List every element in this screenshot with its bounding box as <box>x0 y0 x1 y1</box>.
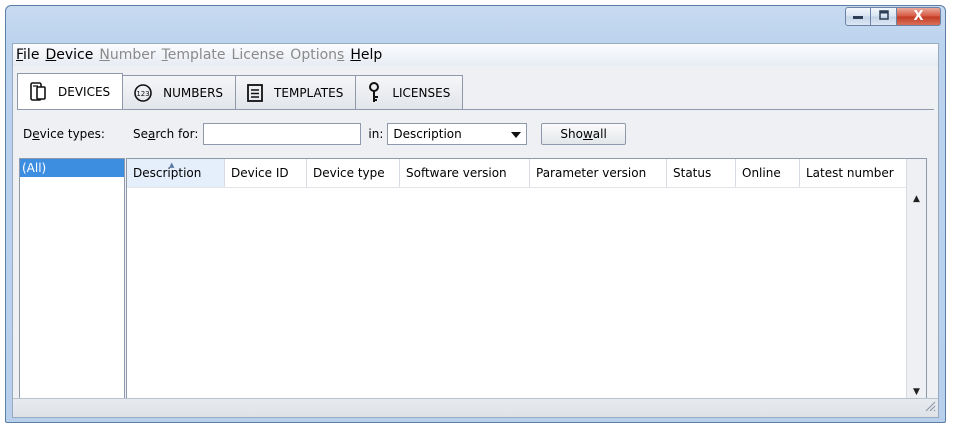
sort-ascending-icon: ▲ <box>169 161 175 169</box>
column-header-description[interactable]: ▲ Description <box>127 159 225 187</box>
device-type-item-all[interactable]: (All) <box>20 159 124 177</box>
chevron-down-icon <box>511 127 522 141</box>
search-field-selected-value: Description <box>393 127 462 141</box>
column-header-label: Status <box>673 166 712 180</box>
menu-help-mnemonic: H <box>350 47 361 63</box>
tab-numbers-label: NUMBERS <box>163 85 224 100</box>
tab-devices-label: DEVICES <box>58 84 111 99</box>
column-header-parameter-version[interactable]: Parameter version <box>530 159 667 187</box>
tab-bar: DEVICES 123 NUMBERS TEMPLATES LICENSES <box>17 73 464 109</box>
device-icon <box>28 81 48 102</box>
tab-licenses-label: LICENSES <box>392 85 451 100</box>
tab-devices[interactable]: DEVICES <box>17 73 124 109</box>
device-types-label-mnemonic: e <box>32 127 40 141</box>
key-icon <box>366 81 382 104</box>
menu-number[interactable]: Number <box>96 47 158 63</box>
column-header-label: Software version <box>406 166 507 180</box>
device-types-label-post: vice types: <box>39 127 105 141</box>
document-icon <box>246 83 264 103</box>
numbers-icon: 123 <box>133 83 153 103</box>
menu-options-mnemonic: s <box>337 47 345 63</box>
menu-template[interactable]: Template <box>159 47 229 63</box>
tab-templates-label: TEMPLATES <box>274 85 344 100</box>
column-header-label: Online <box>742 166 781 180</box>
column-header-online[interactable]: Online <box>736 159 800 187</box>
column-header-label: Parameter version <box>536 166 647 180</box>
menu-options-label: Option <box>290 47 338 63</box>
menu-license-label: License <box>231 47 285 63</box>
device-types-list[interactable]: (All) <box>19 158 125 406</box>
show-all-mnemonic: w <box>582 127 593 141</box>
minimize-icon <box>852 11 864 22</box>
column-header-software-version[interactable]: Software version <box>400 159 530 187</box>
search-label-post: rch for: <box>155 127 199 141</box>
maximize-button[interactable] <box>871 7 897 26</box>
device-types-label: Device types: <box>23 127 129 141</box>
menu-device-mnemonic: D <box>45 47 57 63</box>
svg-text:123: 123 <box>136 90 149 98</box>
menu-file-label: ile <box>23 47 40 63</box>
in-label: in: <box>368 127 384 141</box>
resize-grip-icon[interactable] <box>924 400 936 415</box>
devices-panel: Device types: Search for: in: Descriptio… <box>17 109 934 406</box>
show-all-post: all <box>592 127 607 141</box>
title-bar[interactable]: X <box>6 6 945 42</box>
menu-help[interactable]: Help <box>347 47 385 63</box>
menu-number-label: umber <box>109 47 156 63</box>
scroll-up-icon[interactable]: ▲ <box>907 194 926 204</box>
show-all-pre: Sho <box>560 127 583 141</box>
scroll-down-icon[interactable]: ▼ <box>907 387 926 397</box>
menu-bar: File Device Number Template License Opti… <box>13 44 938 66</box>
menu-number-mnemonic: N <box>99 47 110 63</box>
client-area: File Device Number Template License Opti… <box>12 43 939 418</box>
column-header-label: Latest number <box>806 166 894 180</box>
table-vertical-scrollbar[interactable]: ▲ ▼ <box>906 159 926 405</box>
search-input[interactable] <box>203 123 362 145</box>
column-header-device-id[interactable]: Device ID <box>225 159 307 187</box>
search-label-pre: Se <box>133 127 148 141</box>
menu-file-mnemonic: F <box>16 47 24 63</box>
window-controls: X <box>845 7 941 26</box>
column-header-label: Description <box>133 166 202 180</box>
column-header-latest-number[interactable]: Latest number <box>800 159 908 187</box>
table-header: ▲ Description Device ID Device type Soft… <box>127 159 926 188</box>
menu-options[interactable]: Options <box>287 47 347 63</box>
search-toolbar: Device types: Search for: in: Descriptio… <box>17 122 934 146</box>
menu-device-label: evice <box>56 47 94 63</box>
application-window: X File Device Number Template License Op… <box>5 5 946 423</box>
search-field-select[interactable]: Description <box>387 123 528 145</box>
minimize-button[interactable] <box>845 7 871 26</box>
menu-device[interactable]: Device <box>42 47 96 63</box>
device-types-label-pre: D <box>23 127 33 141</box>
status-bar <box>13 398 938 417</box>
devices-table[interactable]: ▲ Description Device ID Device type Soft… <box>126 158 927 406</box>
column-header-label: Device ID <box>231 166 289 180</box>
tab-licenses[interactable]: LICENSES <box>355 75 464 109</box>
column-header-device-type[interactable]: Device type <box>307 159 400 187</box>
close-icon: X <box>913 9 924 24</box>
show-all-button[interactable]: Sho w all <box>541 123 626 145</box>
close-button[interactable]: X <box>897 7 941 26</box>
maximize-icon <box>878 10 890 23</box>
menu-file[interactable]: File <box>13 47 42 63</box>
column-header-label: Device type <box>313 166 385 180</box>
tab-templates[interactable]: TEMPLATES <box>235 75 357 109</box>
menu-license[interactable]: License <box>229 47 288 63</box>
tab-numbers[interactable]: 123 NUMBERS <box>122 75 237 109</box>
menu-help-label: elp <box>360 47 383 63</box>
column-header-status[interactable]: Status <box>667 159 736 187</box>
search-label: Search for: <box>133 127 198 141</box>
menu-template-label: emplate <box>167 47 226 63</box>
